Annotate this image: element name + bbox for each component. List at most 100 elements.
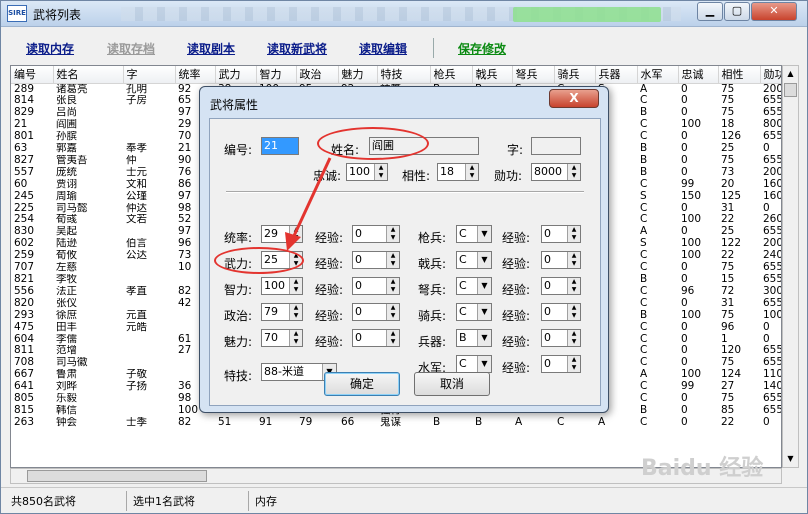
- troop-label: 骑兵:: [418, 309, 447, 323]
- vertical-scrollbar[interactable]: ▲ ▼: [782, 65, 799, 468]
- troop-aptitude-select[interactable]: C ▼: [456, 225, 492, 243]
- stat-spinner[interactable]: 79 ▲ ▼: [261, 303, 303, 321]
- maximize-button[interactable]: ▢: [724, 2, 750, 21]
- troop-exp-spinner[interactable]: 0 ▲ ▼: [541, 329, 581, 347]
- spinner-arrows-icon[interactable]: ▲ ▼: [386, 226, 399, 242]
- column-header[interactable]: 水军: [637, 66, 679, 84]
- save-changes-button[interactable]: 保存修改: [458, 40, 506, 57]
- column-header[interactable]: 政治: [296, 66, 339, 84]
- title-bar[interactable]: SIRE 武将列表 ▁ ▢ ✕: [1, 1, 807, 27]
- column-header[interactable]: 姓名: [53, 66, 124, 84]
- vertical-scroll-thumb[interactable]: [784, 83, 797, 97]
- read-script-button[interactable]: 读取剧本: [187, 40, 235, 57]
- close-window-button[interactable]: ✕: [751, 2, 797, 21]
- horizontal-scroll-thumb[interactable]: [27, 470, 207, 482]
- column-header[interactable]: 相性: [718, 66, 761, 84]
- stat-spinner[interactable]: 29 ▲ ▼: [261, 225, 303, 243]
- dialog-close-button[interactable]: X: [549, 89, 599, 108]
- spinner-arrows-icon[interactable]: ▲ ▼: [567, 356, 580, 372]
- column-header[interactable]: 智力: [256, 66, 297, 84]
- ok-button[interactable]: 确定: [324, 372, 400, 396]
- table-cell: 100: [681, 119, 702, 131]
- stat-exp-spinner[interactable]: 0 ▲ ▼: [352, 277, 400, 295]
- read-new-general-button[interactable]: 读取新武将: [267, 40, 327, 57]
- spinner-arrows-icon[interactable]: ▲ ▼: [386, 330, 399, 346]
- read-memory-button[interactable]: 读取内存: [26, 40, 74, 57]
- cancel-button[interactable]: 取消: [414, 372, 490, 396]
- spinner-arrows-icon[interactable]: ▲ ▼: [289, 226, 302, 242]
- spinner-arrows-icon[interactable]: ▲ ▼: [289, 278, 302, 294]
- chevron-down-icon[interactable]: ▼: [477, 304, 491, 320]
- column-header[interactable]: 魅力: [338, 66, 378, 84]
- table-row[interactable]: 263 钟会 士季 82 51 91 79 66 鬼谋 B B A C A C 0 22 0: [11, 417, 781, 429]
- merit-spinner[interactable]: 8000 ▲ ▼: [531, 163, 581, 181]
- chevron-down-icon[interactable]: ▼: [477, 226, 491, 242]
- troop-exp-spinner[interactable]: 0 ▲ ▼: [541, 355, 581, 373]
- column-header[interactable]: 勋功: [760, 66, 781, 84]
- column-header[interactable]: 忠诚: [678, 66, 719, 84]
- style-name-field[interactable]: [531, 137, 581, 155]
- troop-exp-spinner[interactable]: 0 ▲ ▼: [541, 277, 581, 295]
- compatibility-spinner[interactable]: 18 ▲ ▼: [437, 163, 479, 181]
- table-cell: 伯言: [126, 238, 147, 250]
- spinner-arrows-icon[interactable]: ▲ ▼: [567, 164, 580, 180]
- chevron-down-icon[interactable]: ▼: [477, 252, 491, 268]
- scroll-down-icon[interactable]: ▼: [783, 451, 798, 467]
- column-header[interactable]: 兵器: [595, 66, 638, 84]
- spinner-arrows-icon[interactable]: ▲ ▼: [386, 304, 399, 320]
- chevron-down-icon[interactable]: ▼: [477, 278, 491, 294]
- column-header[interactable]: 弩兵: [512, 66, 555, 84]
- spinner-arrows-icon[interactable]: ▲ ▼: [567, 304, 580, 320]
- column-header[interactable]: 枪兵: [430, 66, 473, 84]
- table-cell: 诸葛亮: [56, 83, 88, 95]
- column-header[interactable]: 戟兵: [472, 66, 513, 84]
- troop-aptitude-select[interactable]: C ▼: [456, 355, 492, 373]
- table-cell: 刘晔: [56, 381, 77, 393]
- spinner-arrows-icon[interactable]: ▲ ▼: [386, 252, 399, 268]
- spinner-arrows-icon[interactable]: ▲ ▼: [567, 330, 580, 346]
- spinner-arrows-icon[interactable]: ▲ ▼: [374, 164, 387, 180]
- scroll-up-icon[interactable]: ▲: [783, 66, 798, 82]
- stat-exp-spinner[interactable]: 0 ▲ ▼: [352, 303, 400, 321]
- stat-exp-spinner[interactable]: 0 ▲ ▼: [352, 329, 400, 347]
- table-cell: 122: [721, 238, 742, 250]
- table-cell: 0: [763, 321, 770, 333]
- stat-exp-spinner[interactable]: 0 ▲ ▼: [352, 251, 400, 269]
- column-header[interactable]: 骑兵: [554, 66, 596, 84]
- minimize-button[interactable]: ▁: [697, 2, 723, 21]
- troop-exp-spinner[interactable]: 0 ▲ ▼: [541, 225, 581, 243]
- column-header[interactable]: 字: [123, 66, 176, 84]
- spinner-arrows-icon[interactable]: ▲ ▼: [567, 252, 580, 268]
- loyalty-spinner[interactable]: 100 ▲ ▼: [346, 163, 388, 181]
- table-cell: 100: [681, 309, 702, 321]
- stat-spinner[interactable]: 100 ▲ ▼: [261, 277, 303, 295]
- troop-aptitude-select[interactable]: C ▼: [456, 277, 492, 295]
- table-cell: 0: [681, 262, 688, 274]
- spinner-arrows-icon[interactable]: ▲ ▼: [386, 278, 399, 294]
- stat-spinner[interactable]: 70 ▲ ▼: [261, 329, 303, 347]
- chevron-down-icon[interactable]: ▼: [477, 356, 491, 372]
- column-header[interactable]: 武力: [215, 66, 257, 84]
- stat-exp-spinner[interactable]: 0 ▲ ▼: [352, 225, 400, 243]
- spinner-arrows-icon[interactable]: ▲ ▼: [289, 304, 302, 320]
- troop-exp-spinner[interactable]: 0 ▲ ▼: [541, 303, 581, 321]
- table-cell: C: [640, 262, 648, 274]
- read-save-button[interactable]: 读取存档: [107, 40, 155, 57]
- spinner-arrows-icon[interactable]: ▲ ▼: [465, 164, 478, 180]
- chevron-down-icon[interactable]: ▼: [477, 330, 491, 346]
- id-field[interactable]: 21: [261, 137, 299, 155]
- column-header[interactable]: 特技: [377, 66, 431, 84]
- read-editor-button[interactable]: 读取编辑: [359, 40, 407, 57]
- table-cell: 150: [681, 190, 702, 202]
- column-header[interactable]: 编号: [11, 66, 54, 84]
- spinner-arrows-icon[interactable]: ▲ ▼: [567, 226, 580, 242]
- troop-aptitude-select[interactable]: C ▼: [456, 303, 492, 321]
- troop-exp-spinner[interactable]: 0 ▲ ▼: [541, 251, 581, 269]
- troop-aptitude-select[interactable]: C ▼: [456, 251, 492, 269]
- table-cell: 259: [14, 250, 35, 262]
- troop-aptitude-select[interactable]: B ▼: [456, 329, 492, 347]
- column-header[interactable]: 统率: [175, 66, 216, 84]
- table-cell: 范增: [56, 345, 77, 357]
- spinner-arrows-icon[interactable]: ▲ ▼: [567, 278, 580, 294]
- spinner-arrows-icon[interactable]: ▲ ▼: [289, 330, 302, 346]
